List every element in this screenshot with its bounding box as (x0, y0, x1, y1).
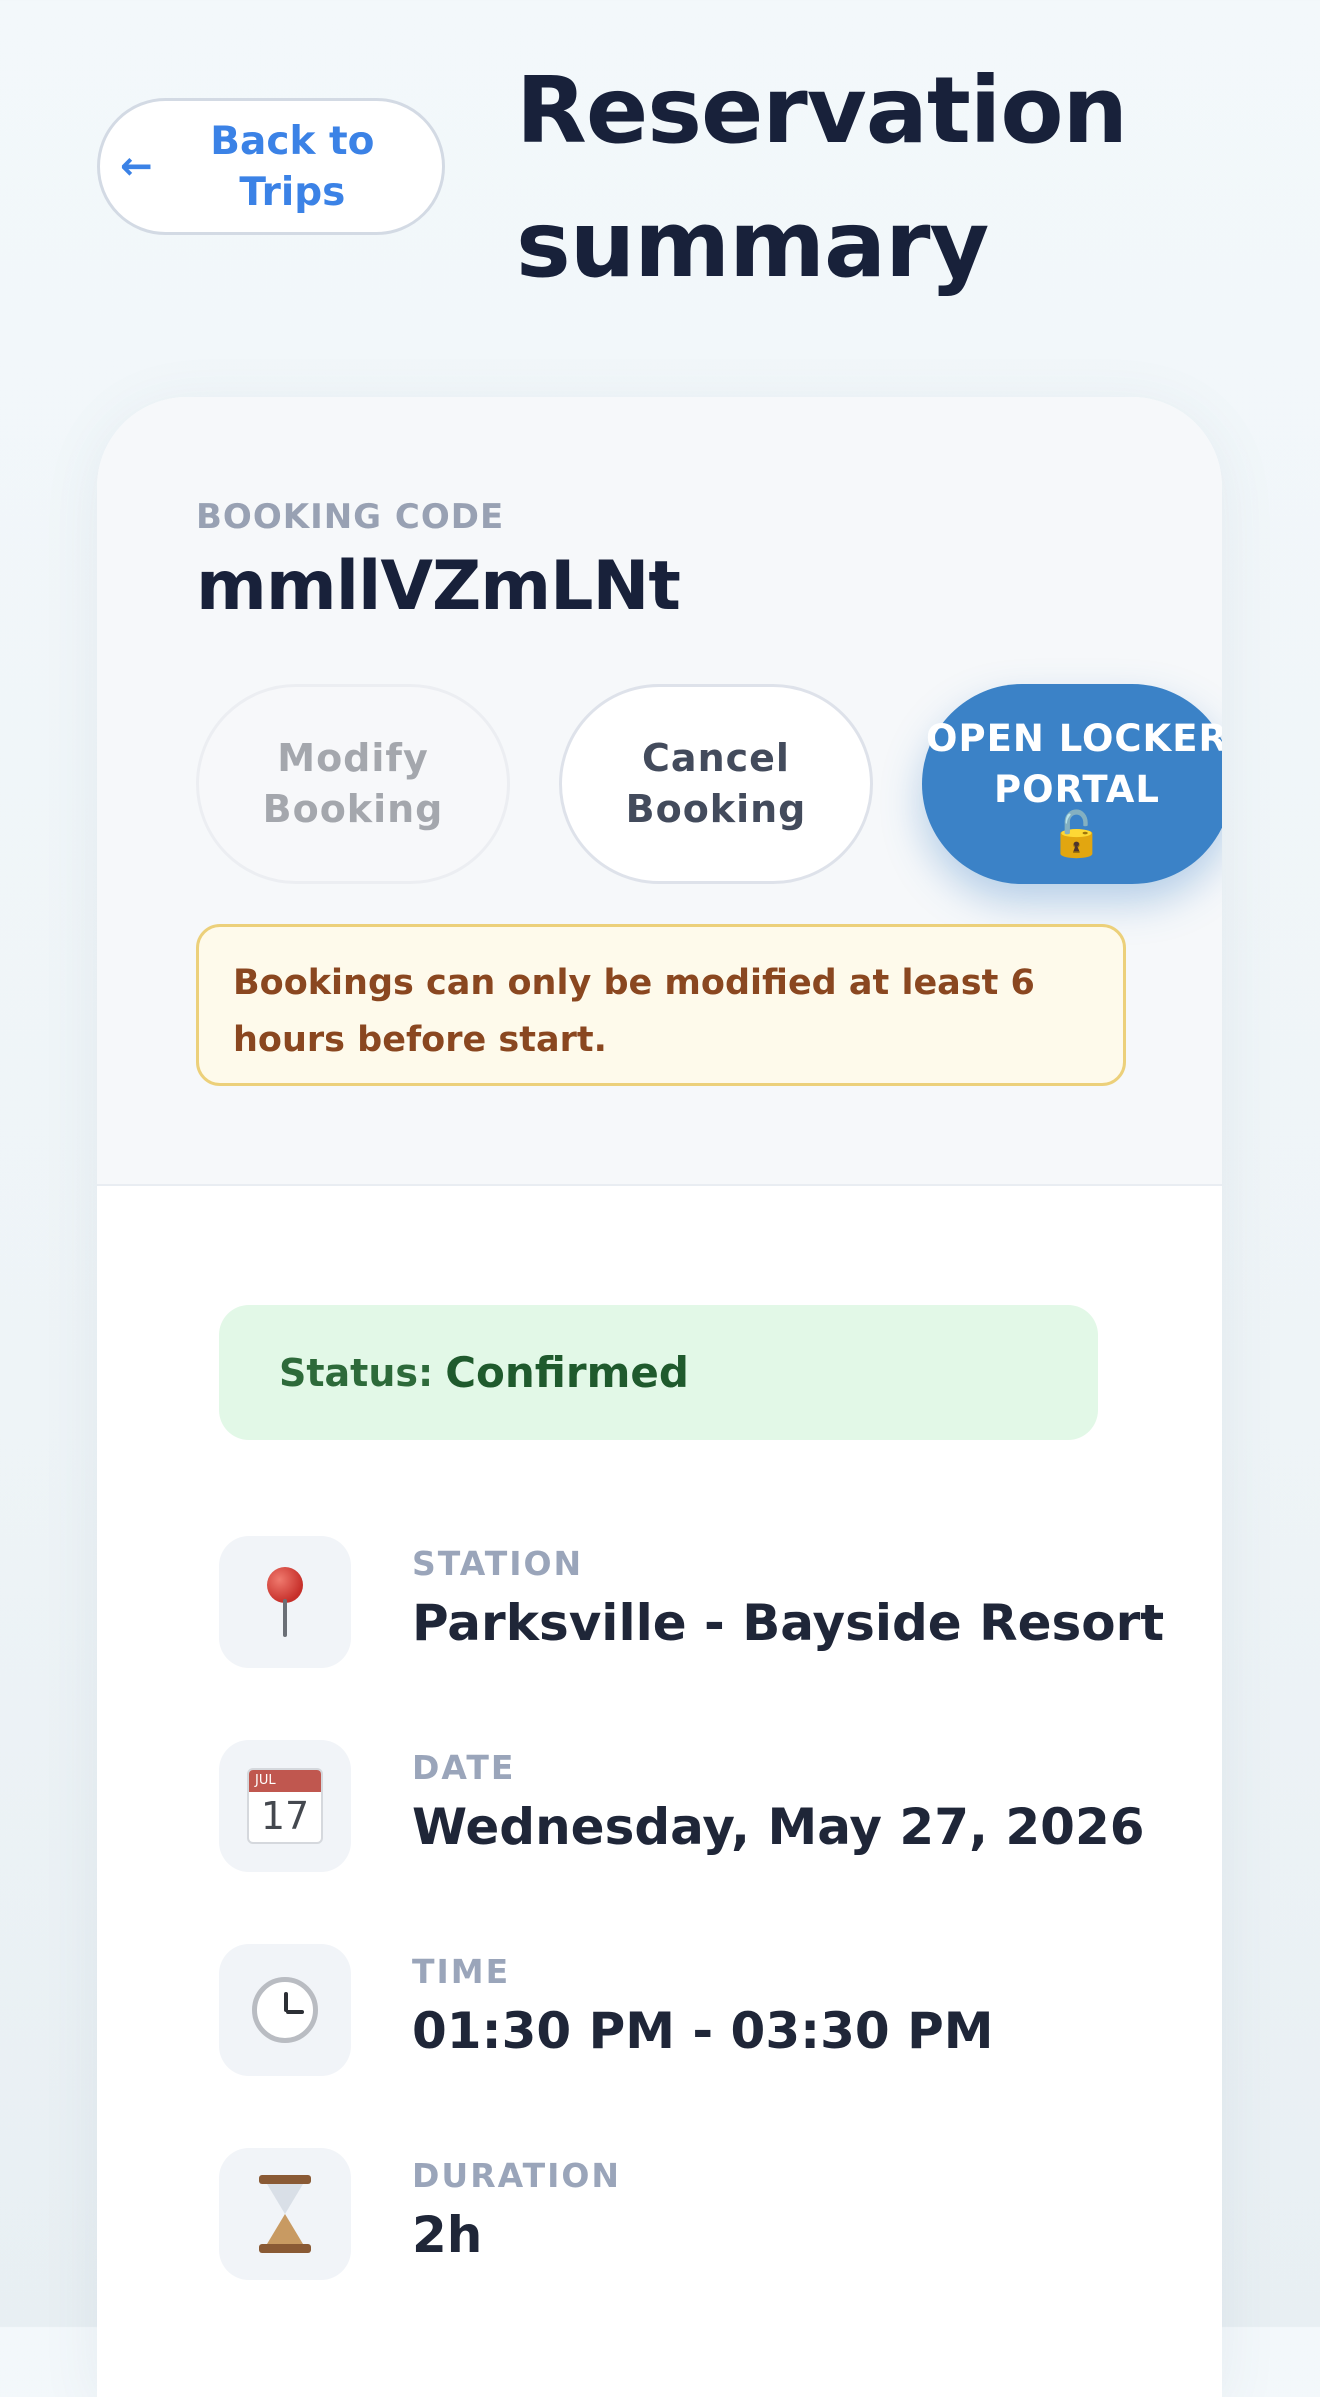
detail-row-duration: DURATION 2h (219, 2148, 1119, 2283)
calendar-icon: JUL 17 (219, 1740, 351, 1872)
cancel-booking-label: Cancel Booking (625, 736, 807, 831)
lock-icon: 🔓 (1049, 809, 1105, 860)
modify-booking-label: Modify Booking (262, 736, 444, 831)
date-value: Wednesday, May 27, 2026 (412, 1798, 1145, 1856)
clock-icon (219, 1944, 351, 2076)
time-label: TIME (412, 1952, 511, 1991)
detail-row-time: TIME 01:30 PM - 03:30 PM (219, 1944, 1119, 2079)
date-label: DATE (412, 1748, 516, 1787)
page-title: Reservation summary (516, 57, 1128, 298)
reservation-card: BOOKING CODE mmllVZmLNt Modify Booking C… (97, 397, 1222, 2397)
pin-icon (219, 1536, 351, 1668)
back-to-trips-button[interactable]: ← Back to Trips (97, 98, 445, 235)
booking-code-label: BOOKING CODE (196, 497, 505, 537)
arrow-left-icon: ← (120, 144, 153, 189)
status-badge: Status: Confirmed (219, 1305, 1098, 1440)
calendar-icon-day: 17 (260, 1794, 310, 1838)
modification-notice: Bookings can only be modified at least 6… (196, 924, 1126, 1086)
station-value: Parksville - Bayside Resort (412, 1594, 1165, 1652)
open-locker-portal-label: OPEN LOCKER PORTAL (926, 717, 1222, 811)
station-label: STATION (412, 1544, 584, 1583)
hourglass-icon (219, 2148, 351, 2280)
status-label: Status: (279, 1350, 434, 1395)
back-to-trips-label: Back to Trips (210, 118, 375, 215)
booking-header-section: BOOKING CODE mmllVZmLNt Modify Booking C… (97, 397, 1222, 1186)
modify-booking-button[interactable]: Modify Booking (196, 684, 510, 884)
booking-code-value: mmllVZmLNt (196, 547, 681, 626)
open-locker-portal-button[interactable]: OPEN LOCKER PORTAL 🔓 (922, 684, 1222, 884)
duration-label: DURATION (412, 2156, 622, 2195)
detail-row-date: JUL 17 DATE Wednesday, May 27, 2026 (219, 1740, 1145, 1875)
duration-value: 2h (412, 2206, 483, 2264)
cancel-booking-button[interactable]: Cancel Booking (559, 684, 873, 884)
detail-row-station: STATION Parksville - Bayside Resort (219, 1536, 1164, 1671)
status-value: Confirmed (445, 1348, 689, 1397)
calendar-icon-month: JUL (249, 1770, 321, 1792)
time-value: 01:30 PM - 03:30 PM (412, 2002, 994, 2060)
